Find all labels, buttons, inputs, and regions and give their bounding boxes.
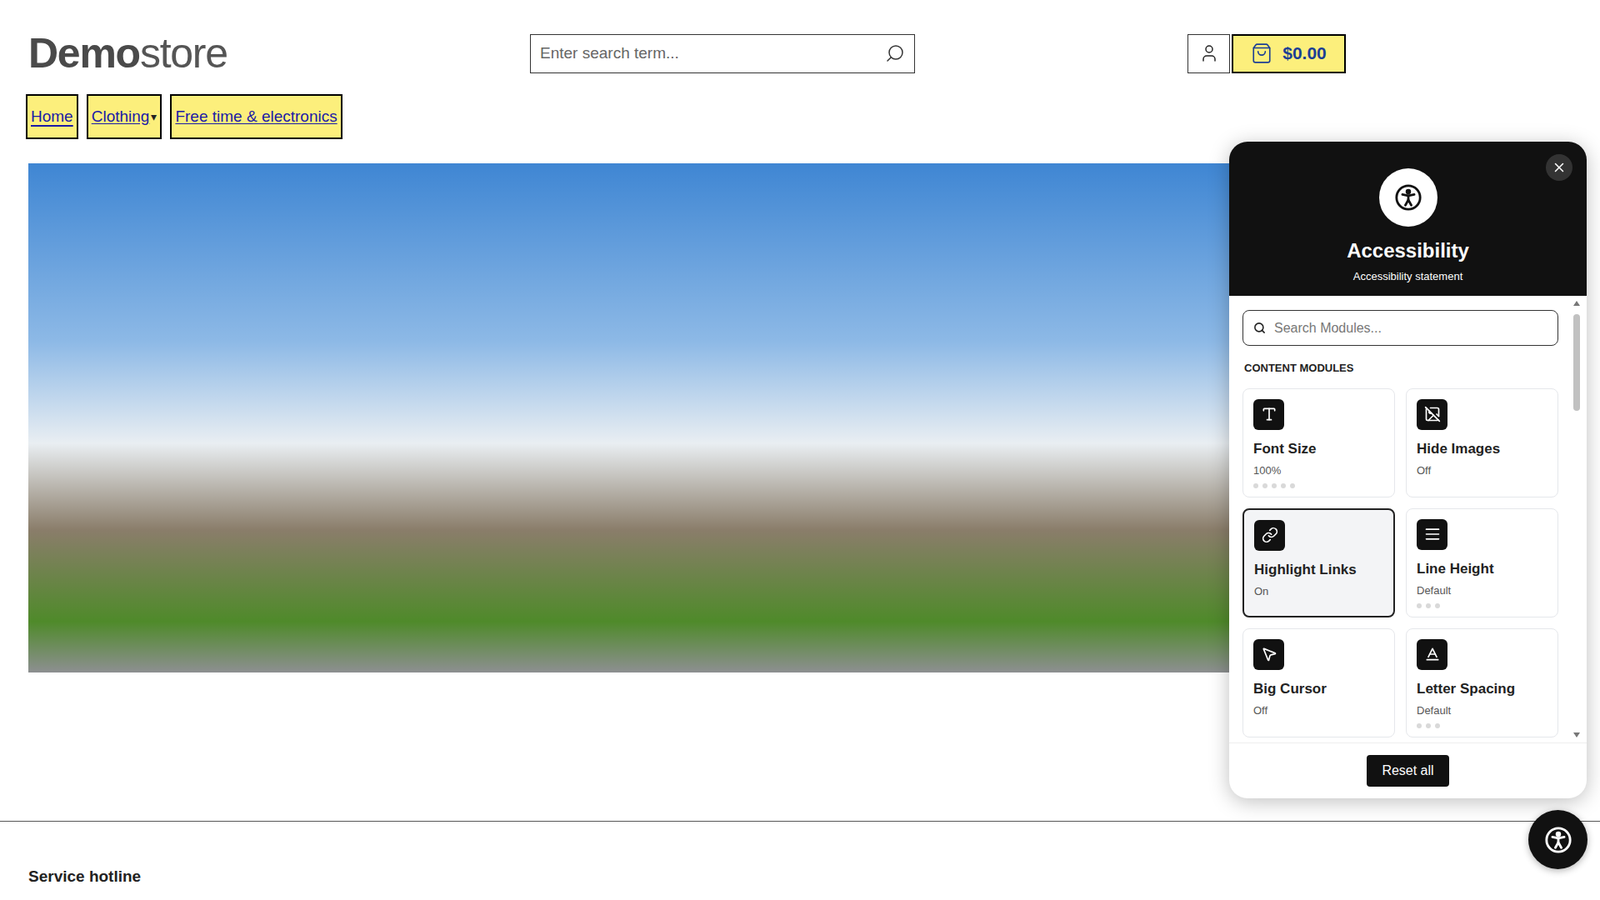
panel-footer: Reset all: [1229, 742, 1587, 799]
module-card[interactable]: Big Cursor Off: [1242, 628, 1395, 738]
module-card[interactable]: Hide Images Off: [1405, 388, 1559, 498]
module-value: Off: [1416, 462, 1548, 480]
statement-link[interactable]: Accessibility statement: [1353, 268, 1464, 285]
module-value: On: [1254, 583, 1384, 600]
module-card[interactable]: Letter Spacing Default: [1405, 628, 1559, 738]
close-icon: [1551, 160, 1567, 175]
section-label: CONTENT MODULES: [1242, 360, 1559, 377]
module-label: Font Size: [1253, 440, 1385, 458]
cart-button[interactable]: $0.00: [1231, 34, 1346, 74]
footer: Service hotline: [0, 820, 1600, 890]
nav-item[interactable]: Clothing▾: [86, 94, 163, 140]
search-icon[interactable]: [885, 43, 905, 64]
close-button[interactable]: [1545, 154, 1573, 181]
module-icon: [1261, 526, 1279, 544]
panel-title: Accessibility: [1346, 238, 1470, 264]
module-label: Line Height: [1416, 560, 1548, 578]
level-dots: [1253, 483, 1385, 489]
accessibility-icon: [1394, 183, 1423, 212]
accessibility-panel: Accessibility Accessibility statement Sear…: [1229, 141, 1587, 799]
module-label: Highlight Links: [1254, 560, 1384, 579]
module-card[interactable]: Highlight Links On: [1242, 508, 1395, 618]
panel-body: Search Modules... CONTENT MODULES Font Siz…: [1229, 295, 1587, 743]
header: Demostore Enter search term... $0.00: [0, 0, 1600, 75]
module-label: Big Cursor: [1253, 680, 1385, 698]
nav-item[interactable]: Home: [25, 94, 79, 140]
module-icon: [1424, 645, 1441, 663]
module-card[interactable]: Font Size 100%: [1242, 388, 1395, 498]
bag-icon: [1250, 42, 1273, 65]
page: Demostore Enter search term... $0.00 HomeCl…: [0, 0, 1600, 900]
module-icon: [1424, 405, 1441, 423]
search-placeholder: Enter search term...: [540, 41, 885, 66]
panel-header: Accessibility Accessibility statement: [1229, 141, 1587, 296]
module-value: 100%: [1253, 462, 1385, 480]
module-grid: Font Size 100% Hide Images Off Highlight Lin…: [1242, 388, 1559, 738]
account-button[interactable]: [1187, 34, 1230, 74]
module-icon: [1424, 525, 1441, 543]
module-search[interactable]: Search Modules...: [1242, 310, 1559, 346]
caret: ▾: [150, 108, 157, 126]
module-label: Hide Images: [1416, 440, 1548, 458]
search-field[interactable]: Enter search term...: [530, 34, 915, 74]
footer-heading: Service hotline: [28, 865, 1600, 890]
level-dots: [1416, 723, 1548, 729]
search-icon: [1253, 321, 1266, 335]
nav-item[interactable]: Free time & electronics: [170, 94, 342, 140]
module-icon: [1260, 405, 1278, 423]
main-nav: HomeClothing▾Free time & electronics: [0, 94, 1600, 140]
scrollbar[interactable]: [1571, 300, 1582, 738]
cart-total: $0.00: [1282, 40, 1327, 67]
logo[interactable]: Demostore: [28, 32, 530, 75]
reset-button[interactable]: Reset all: [1366, 755, 1449, 787]
module-value: Off: [1253, 702, 1385, 720]
module-card[interactable]: Line Height Default: [1405, 508, 1559, 618]
level-dots: [1416, 603, 1548, 609]
user-icon: [1199, 43, 1220, 64]
module-value: Default: [1416, 702, 1548, 720]
module-icon: [1260, 645, 1278, 663]
module-value: Default: [1416, 582, 1548, 600]
module-label: Letter Spacing: [1416, 680, 1548, 698]
accessibility-icon: [1544, 825, 1573, 855]
accessibility-toggle[interactable]: [1528, 810, 1588, 870]
